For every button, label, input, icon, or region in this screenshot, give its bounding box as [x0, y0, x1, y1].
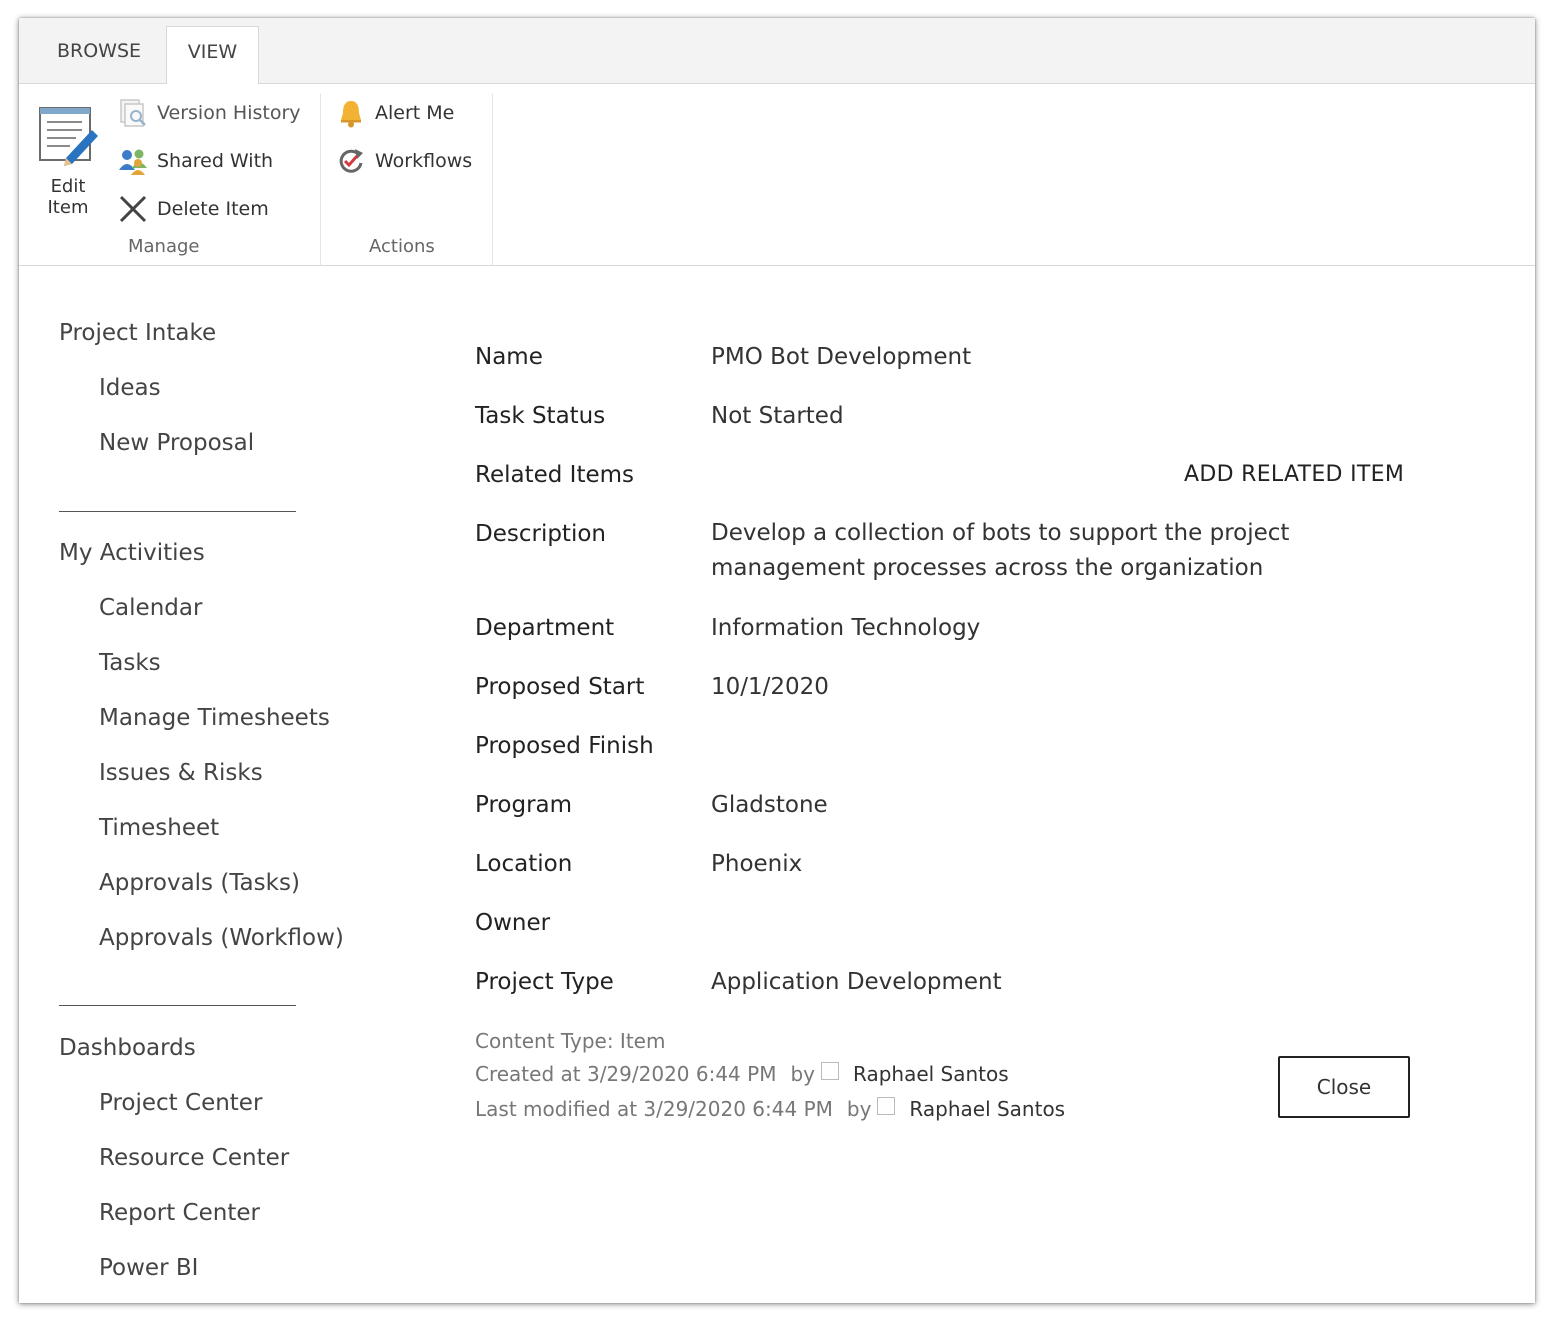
edit-item-label-line1: Edit: [50, 176, 86, 197]
item-view-dialog: BROWSE VIEW Edit Item Version History Sh…: [19, 18, 1535, 1303]
nav-item-tasks[interactable]: Tasks: [99, 650, 161, 676]
tab-view[interactable]: VIEW: [166, 26, 259, 85]
created-info: Created at 3/29/2020 6:44 PM by Raphael …: [475, 1062, 1009, 1086]
version-history-icon: [117, 97, 149, 129]
delete-x-icon: [117, 193, 149, 225]
edit-item-label-line2: Item: [47, 197, 89, 218]
modified-by-user-link[interactable]: Raphael Santos: [909, 1097, 1065, 1121]
alert-me-label: Alert Me: [375, 102, 455, 124]
nav-item-issues-risks[interactable]: Issues & Risks: [99, 760, 263, 786]
workflows-label: Workflows: [375, 150, 473, 172]
field-label-location: Location: [475, 851, 573, 877]
field-value-location: Phoenix: [711, 851, 803, 877]
add-related-item-link[interactable]: ADD RELATED ITEM: [1184, 462, 1404, 487]
version-history-button[interactable]: Version History: [117, 96, 301, 130]
user-picture-placeholder: [821, 1062, 839, 1080]
nav-item-manage-timesheets[interactable]: Manage Timesheets: [99, 705, 330, 731]
nav-item-timesheet[interactable]: Timesheet: [99, 815, 219, 841]
nav-heading-dashboards[interactable]: Dashboards: [59, 1035, 196, 1061]
field-label-project-type: Project Type: [475, 969, 614, 995]
field-label-department: Department: [475, 615, 615, 641]
modified-at-text: Last modified at 3/29/2020 6:44 PM: [475, 1097, 833, 1121]
field-value-project-type: Application Development: [711, 969, 1002, 995]
group-divider: [492, 94, 493, 266]
field-value-task-status: Not Started: [711, 403, 844, 429]
field-label-proposed-finish: Proposed Finish: [475, 733, 654, 759]
nav-item-ideas[interactable]: Ideas: [99, 375, 161, 401]
nav-item-new-proposal[interactable]: New Proposal: [99, 430, 254, 456]
field-value-description: Develop a collection of bots to support …: [711, 520, 1290, 581]
field-value-name: PMO Bot Development: [711, 344, 972, 370]
field-value-department: Information Technology: [711, 615, 981, 641]
workflow-icon: [335, 145, 367, 177]
group-divider: [320, 94, 321, 266]
nav-item-project-center[interactable]: Project Center: [99, 1090, 262, 1116]
nav-item-resource-center[interactable]: Resource Center: [99, 1145, 289, 1171]
user-picture-placeholder: [877, 1097, 896, 1115]
delete-item-label: Delete Item: [157, 198, 269, 220]
field-label-description: Description: [475, 521, 606, 547]
field-label-related-items: Related Items: [475, 462, 635, 488]
actions-group-label: Actions: [369, 236, 435, 257]
bell-icon: [335, 97, 367, 129]
close-button[interactable]: Close: [1278, 1056, 1410, 1118]
version-history-label: Version History: [157, 102, 301, 124]
tab-browse[interactable]: BROWSE: [39, 26, 159, 85]
field-value-program: Gladstone: [711, 792, 828, 818]
nav-item-calendar[interactable]: Calendar: [99, 595, 202, 621]
field-label-owner: Owner: [475, 910, 551, 936]
workflows-button[interactable]: Workflows: [335, 144, 472, 178]
delete-item-button[interactable]: Delete Item: [117, 192, 269, 226]
people-icon: [117, 145, 149, 177]
nav-item-report-center[interactable]: Report Center: [99, 1200, 260, 1226]
edit-item-button[interactable]: Edit Item: [33, 104, 103, 224]
shared-with-button[interactable]: Shared With: [117, 144, 273, 178]
field-label-task-status: Task Status: [475, 403, 606, 429]
field-label-program: Program: [475, 792, 573, 818]
field-value-proposed-start: 10/1/2020: [711, 674, 829, 700]
field-label-name: Name: [475, 344, 543, 370]
nav-item-power-bi[interactable]: Power BI: [99, 1255, 198, 1281]
nav-separator: [59, 1005, 296, 1006]
nav-item-approvals-workflow[interactable]: Approvals (Workflow): [99, 925, 344, 951]
created-at-text: Created at 3/29/2020 6:44 PM: [475, 1062, 777, 1086]
manage-group-label: Manage: [128, 236, 200, 257]
edit-document-icon: [36, 104, 100, 170]
ribbon: Edit Item Version History Shared With De…: [19, 84, 1535, 266]
nav-heading-my-activities[interactable]: My Activities: [59, 540, 205, 566]
modified-info: Last modified at 3/29/2020 6:44 PM by Ra…: [475, 1097, 1065, 1121]
shared-with-label: Shared With: [157, 150, 274, 172]
field-label-proposed-start: Proposed Start: [475, 674, 645, 700]
nav-separator: [59, 511, 296, 512]
nav-item-approvals-tasks[interactable]: Approvals (Tasks): [99, 870, 300, 896]
created-by-user-link[interactable]: Raphael Santos: [853, 1062, 1009, 1086]
ribbon-tab-bar: BROWSE VIEW: [19, 18, 1535, 85]
content-type-text: Content Type: Item: [475, 1029, 666, 1053]
content-type-info: Content Type: Item: [475, 1029, 665, 1053]
by-text: by: [846, 1097, 872, 1121]
by-text: by: [790, 1062, 815, 1086]
nav-heading-project-intake[interactable]: Project Intake: [59, 320, 216, 346]
alert-me-button[interactable]: Alert Me: [335, 96, 454, 130]
